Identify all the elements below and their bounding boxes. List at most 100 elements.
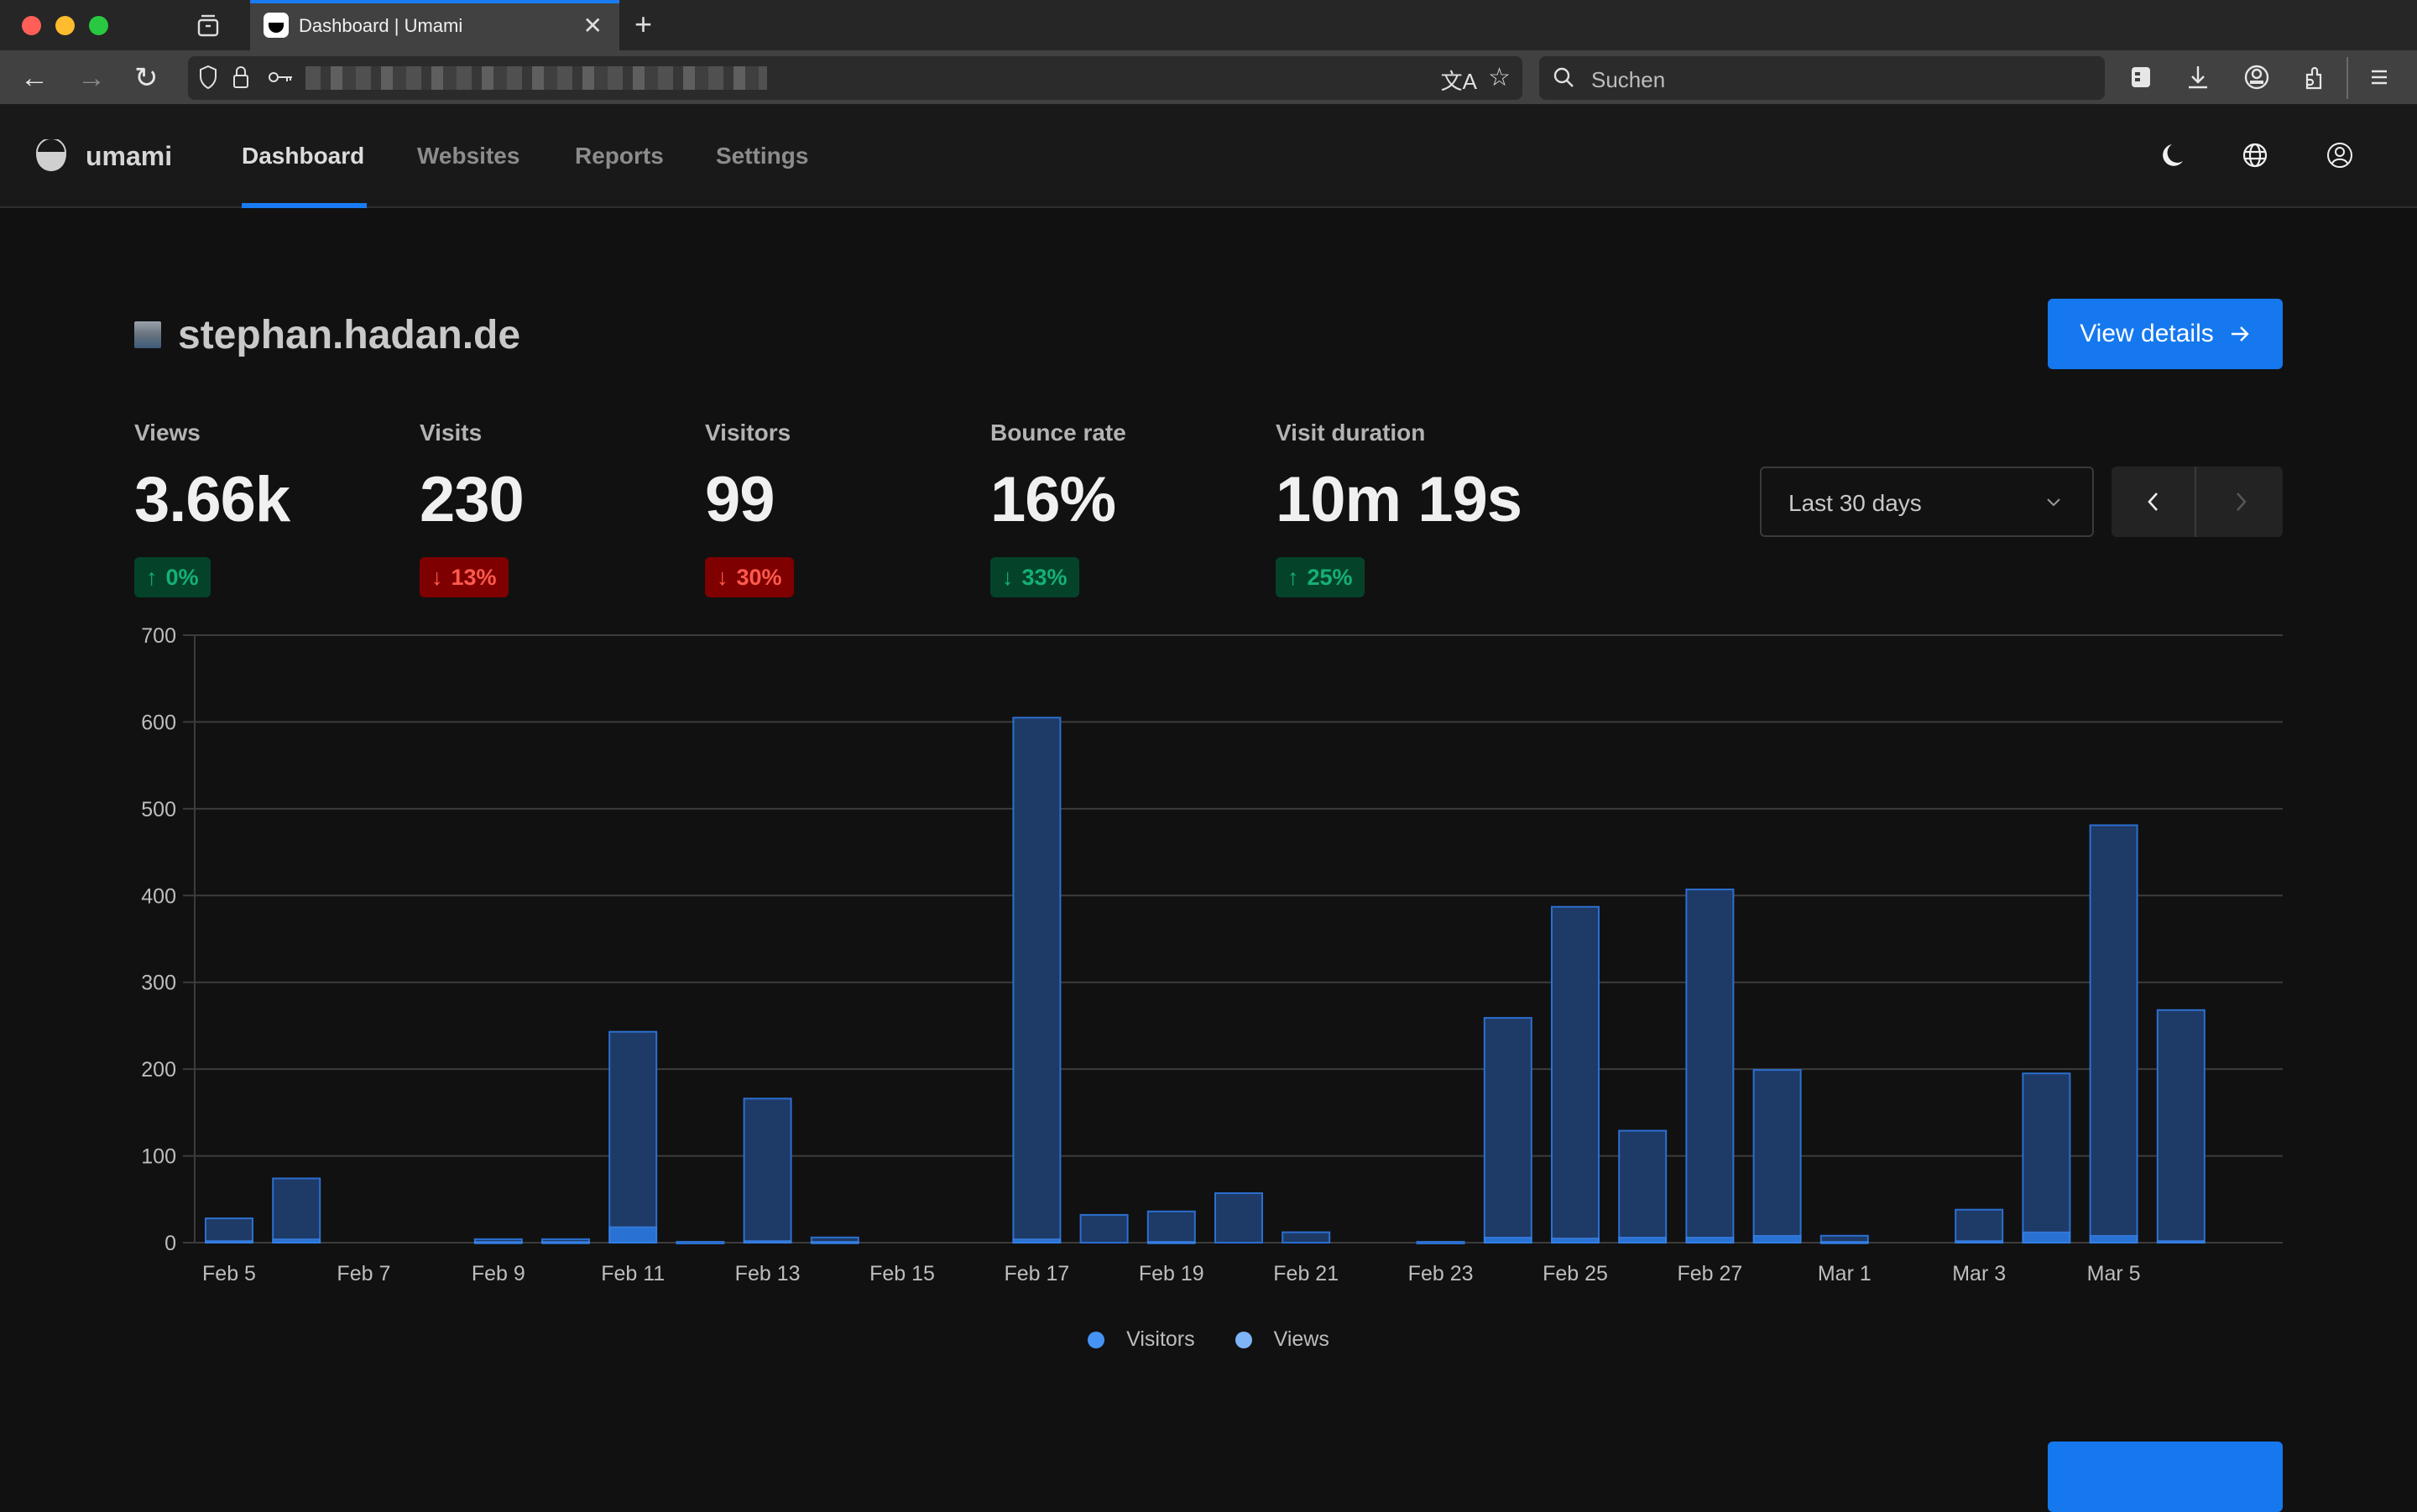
metric-change-value: 13% xyxy=(451,564,497,590)
extensions-icon[interactable] xyxy=(2300,62,2328,92)
metric-visitors: Visitors 99 ↓ 30% xyxy=(705,420,794,597)
legend-visitors-label: Visitors xyxy=(1126,1327,1195,1351)
nav-websites[interactable]: Websites xyxy=(417,143,519,169)
next-view-details-button[interactable] xyxy=(2048,1442,2283,1512)
bar-views xyxy=(272,1177,321,1244)
bar-visitors xyxy=(1551,1238,1600,1243)
y-tick-label: 300 xyxy=(141,972,176,995)
bar-visitors xyxy=(2157,1240,2206,1243)
account-icon[interactable] xyxy=(2242,62,2271,92)
y-tick-label: 200 xyxy=(141,1058,176,1082)
nav-reports[interactable]: Reports xyxy=(575,143,664,169)
url-text-redacted[interactable] xyxy=(305,66,767,90)
moon-icon[interactable] xyxy=(2157,141,2185,169)
x-tick-label: Feb 27 xyxy=(1677,1262,1742,1285)
bar-visitors xyxy=(1618,1237,1667,1243)
metric-value: 16% xyxy=(990,464,1116,535)
menu-icon[interactable] xyxy=(2365,62,2394,92)
bar-visitors xyxy=(272,1238,321,1243)
metric-change-value: 0% xyxy=(165,564,199,590)
downloads-icon[interactable] xyxy=(2184,62,2212,92)
bookmark-star-icon[interactable]: ☆ xyxy=(1488,63,1511,92)
metric-visit-duration: Visit duration 10m 19s ↑ 25% xyxy=(1276,420,1522,597)
translate-icon[interactable]: 文A xyxy=(1441,65,1477,96)
pageviews-chart: 0 100 200 300 400 500 600 700 Feb 5 Feb 7 Feb 9 Feb… xyxy=(141,624,2283,1285)
legend-item-views[interactable]: Views xyxy=(1235,1327,1329,1352)
close-window-button[interactable] xyxy=(22,16,41,35)
chart-legend: Visitors Views xyxy=(0,1327,2417,1352)
globe-icon[interactable] xyxy=(2241,141,2269,169)
bar-visitors xyxy=(1685,1237,1735,1243)
x-tick-label: Feb 19 xyxy=(1139,1262,1204,1285)
website-name: stephan.hadan.de xyxy=(178,313,521,357)
umami-logo-icon[interactable] xyxy=(34,139,69,173)
browser-titlebar: Dashboard | Umami ✕ + xyxy=(0,0,2417,50)
bar-views xyxy=(1483,1017,1532,1243)
bar-views xyxy=(2156,1009,2206,1243)
bar-views xyxy=(608,1030,658,1243)
bar-views xyxy=(676,1240,725,1244)
next-website-title-cutoff xyxy=(134,1462,571,1472)
x-tick-label: Feb 15 xyxy=(869,1262,935,1285)
bar-views xyxy=(1752,1069,1802,1243)
x-tick-label: Mar 5 xyxy=(2087,1262,2141,1285)
metric-label: Bounce rate xyxy=(990,420,1126,446)
bar-visitors xyxy=(1955,1240,2003,1243)
date-navigation xyxy=(2112,467,2283,537)
next-period-button[interactable] xyxy=(2198,467,2283,537)
bar-visitors xyxy=(2022,1231,2071,1243)
metric-label: Visits xyxy=(420,420,483,446)
search-bar[interactable]: Suchen xyxy=(1539,56,2105,100)
metric-change-value: 33% xyxy=(1021,564,1068,590)
new-tab-button[interactable]: + xyxy=(634,7,652,42)
view-details-label: View details xyxy=(2080,320,2214,347)
metric-change-value: 25% xyxy=(1307,564,1353,590)
shield-icon[interactable] xyxy=(198,65,218,90)
browser-toolbar: ← → ↻ 文A ☆ Suchen xyxy=(0,50,2417,106)
app-header: umami Dashboard Websites Reports Setting… xyxy=(0,106,2417,208)
view-details-button[interactable]: View details xyxy=(2048,299,2283,369)
address-bar[interactable]: 文A ☆ xyxy=(188,56,1522,100)
bar-views xyxy=(1146,1210,1196,1244)
close-tab-icon[interactable]: ✕ xyxy=(583,12,603,39)
key-icon[interactable] xyxy=(267,65,294,90)
minimize-window-button[interactable] xyxy=(55,16,75,35)
nav-dashboard[interactable]: Dashboard xyxy=(242,143,364,169)
chevron-right-icon xyxy=(2236,493,2247,511)
browser-tab-active[interactable]: Dashboard | Umami ✕ xyxy=(250,0,619,50)
search-icon xyxy=(1553,67,1574,87)
metric-label: Visitors xyxy=(705,420,791,446)
bar-visitors xyxy=(608,1226,657,1243)
bar-views xyxy=(1214,1192,1263,1243)
bar-views xyxy=(1282,1231,1331,1244)
sidebar-icon[interactable] xyxy=(2127,62,2155,92)
search-placeholder: Suchen xyxy=(1591,67,1666,92)
y-tick-label: 400 xyxy=(141,884,176,908)
back-arrow-icon[interactable]: ← xyxy=(20,61,49,95)
arrow-right-icon xyxy=(2231,326,2249,342)
nav-settings[interactable]: Settings xyxy=(716,143,808,169)
tab-overview-icon[interactable] xyxy=(195,12,222,39)
maximize-window-button[interactable] xyxy=(89,16,108,35)
x-tick-label: Feb 17 xyxy=(1004,1262,1069,1285)
forward-arrow-icon[interactable]: → xyxy=(77,61,106,95)
bar-visitors xyxy=(474,1241,523,1244)
previous-period-button[interactable] xyxy=(2112,467,2196,537)
logo-text[interactable]: umami xyxy=(86,141,172,172)
legend-item-visitors[interactable]: Visitors xyxy=(1088,1327,1195,1352)
x-tick-label: Feb 11 xyxy=(601,1262,665,1285)
bar-visitors xyxy=(1012,1238,1062,1243)
metric-label: Views xyxy=(134,420,201,446)
legend-views-label: Views xyxy=(1273,1327,1329,1351)
chevron-left-icon xyxy=(2147,493,2158,511)
bar-views xyxy=(1685,889,1735,1243)
user-profile-icon[interactable] xyxy=(2326,141,2354,169)
date-range-dropdown[interactable]: Last 30 days xyxy=(1760,467,2094,537)
lock-icon[interactable] xyxy=(232,65,250,90)
metric-value: 10m 19s xyxy=(1276,464,1522,535)
metric-value: 99 xyxy=(705,464,775,535)
reload-icon[interactable]: ↻ xyxy=(134,61,159,95)
legend-visitors-swatch xyxy=(1088,1331,1105,1348)
y-tick-label: 600 xyxy=(141,711,176,734)
bar-visitors xyxy=(1752,1234,1802,1243)
